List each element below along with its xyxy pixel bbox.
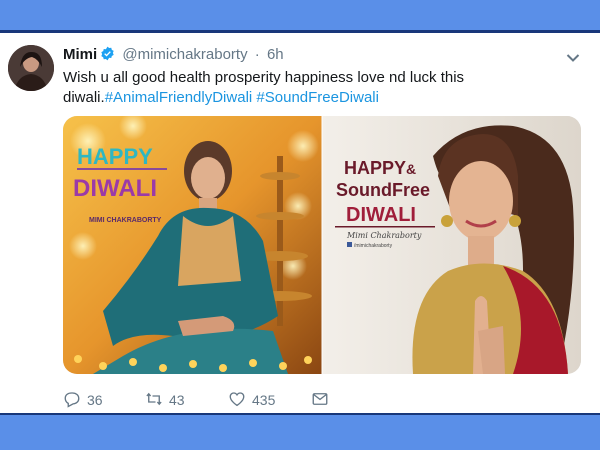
retweet-count: 43 bbox=[169, 392, 185, 408]
like-button[interactable]: 435 bbox=[228, 388, 275, 412]
retweet-icon bbox=[145, 390, 163, 411]
reply-count: 36 bbox=[87, 392, 103, 408]
hashtag-link[interactable]: #SoundFreeDiwali bbox=[256, 89, 379, 106]
hashtag-link[interactable]: #AnimalFriendlyDiwali bbox=[105, 89, 253, 106]
handle[interactable]: @mimichakraborty bbox=[122, 46, 247, 63]
like-count: 435 bbox=[252, 392, 276, 408]
top-frame bbox=[0, 0, 600, 32]
right-signature: Mimi Chakraborty bbox=[346, 231, 422, 240]
left-image[interactable]: HAPPY DIWALI MIMI CHAKRABORTY bbox=[63, 116, 322, 374]
timestamp[interactable]: 6h bbox=[267, 46, 284, 63]
right-amp: & bbox=[406, 161, 416, 177]
separator: · bbox=[254, 46, 260, 63]
bottom-frame bbox=[0, 415, 600, 450]
retweet-button[interactable]: 43 bbox=[145, 388, 185, 412]
tweet-text: Wish u all good health prosperity happin… bbox=[63, 68, 583, 108]
tweet-card[interactable]: Mimi @mimichakraborty · 6h Wish u all go… bbox=[0, 33, 600, 413]
right-line1: HAPPY bbox=[344, 158, 406, 178]
tweet-header: Mimi @mimichakraborty · 6h bbox=[63, 46, 284, 63]
like-icon bbox=[228, 390, 246, 411]
reply-icon bbox=[63, 390, 81, 411]
tweet-actions: 36 43 435 bbox=[63, 388, 563, 412]
avatar[interactable] bbox=[8, 45, 54, 91]
message-button[interactable] bbox=[311, 388, 329, 412]
left-line2: DIWALI bbox=[73, 175, 157, 202]
tweet-media[interactable]: HAPPY DIWALI MIMI CHAKRABORTY HAPPY & So… bbox=[63, 116, 581, 374]
left-line1: HAPPY bbox=[77, 144, 153, 169]
verified-badge-icon bbox=[100, 46, 115, 61]
display-name[interactable]: Mimi bbox=[63, 46, 97, 63]
right-social: /mimichakraborty bbox=[354, 243, 393, 249]
left-credit: MIMI CHAKRABORTY bbox=[89, 217, 162, 224]
chevron-down-icon[interactable] bbox=[566, 50, 580, 62]
message-icon bbox=[311, 390, 329, 411]
reply-button[interactable]: 36 bbox=[63, 388, 103, 412]
right-image[interactable]: HAPPY & SoundFree DIWALI Mimi Chakrabort… bbox=[322, 116, 581, 374]
right-line2: SoundFree bbox=[336, 180, 430, 200]
right-line3: DIWALI bbox=[346, 204, 416, 226]
